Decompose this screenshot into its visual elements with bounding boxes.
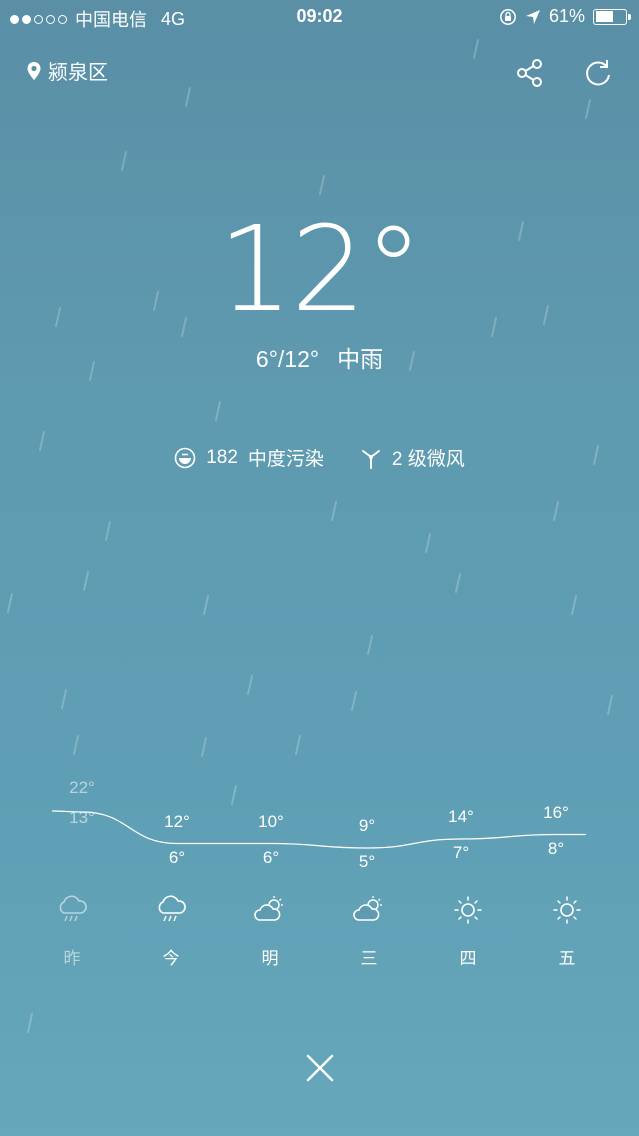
low-temperature: 6° (168, 847, 186, 867)
air-quality[interactable]: 182 中度污染 (174, 444, 324, 471)
forecast-day[interactable]: 昨 (32, 895, 112, 969)
low-temperature: 7° (452, 843, 470, 862)
sun-icon (454, 896, 482, 924)
location-arrow-icon (525, 9, 540, 24)
day-label: 明 (261, 949, 279, 968)
location-pin-icon (27, 61, 41, 80)
location-header[interactable]: 颍泉区 (26, 56, 108, 85)
day-label: 昨 (63, 949, 81, 968)
day-label: 四 (459, 949, 477, 968)
high-temperature: 9° (358, 816, 376, 835)
share-icon (517, 59, 542, 87)
low-temperature-line (51, 810, 586, 849)
low-temperature: 13° (69, 808, 95, 827)
battery-fill (595, 11, 614, 22)
share-button[interactable] (515, 58, 545, 88)
rain-cloud-icon (59, 895, 87, 922)
low-temperature: 6° (262, 847, 280, 867)
sun-icon (553, 896, 581, 924)
status-bar: 中国电信 4G 09:02 61% (0, 0, 639, 34)
forecast-day[interactable]: 明 (230, 895, 310, 969)
forecast-day[interactable]: 四 (428, 895, 508, 969)
high-temperature: 10° (258, 811, 284, 831)
day-label: 五 (558, 949, 576, 968)
forecast-days: 昨 今 明 三 四 五 (0, 895, 639, 985)
weather-details: 182 中度污染 2 级微风 (0, 444, 639, 471)
air-quality-icon (174, 447, 196, 468)
high-temperature: 22° (69, 778, 95, 797)
day-label: 三 (360, 949, 378, 968)
weather-condition: 中雨 (337, 346, 384, 372)
location-name: 颍泉区 (48, 62, 108, 84)
close-icon (306, 1054, 334, 1082)
current-temperature: 12° (217, 200, 423, 338)
low-temperature: 8° (547, 838, 565, 858)
day-label: 今 (162, 949, 180, 968)
status-right: 61% (499, 6, 631, 27)
top-actions (515, 58, 613, 88)
high-temperature: 14° (448, 807, 474, 826)
forecast-day[interactable]: 五 (527, 895, 607, 969)
partly-cloudy-icon (254, 896, 283, 921)
temperature-range: 6°/12° (255, 346, 320, 372)
refresh-icon (586, 60, 610, 86)
battery-icon (593, 8, 631, 25)
high-temperature: 12° (164, 811, 190, 831)
forecast-day[interactable]: 三 (329, 895, 409, 969)
wind-level: 2 级微风 (391, 449, 465, 470)
close-button[interactable] (302, 1050, 338, 1086)
aqi-level: 中度污染 (247, 449, 324, 470)
refresh-button[interactable] (583, 58, 613, 88)
aqi-value: 182 (206, 446, 238, 468)
rotation-lock-icon (500, 8, 516, 25)
wind-turbine-icon (361, 449, 380, 469)
today-summary: 6°/12° 中雨 (0, 340, 639, 374)
low-temperature: 5° (358, 852, 376, 871)
battery-percent: 61% (548, 6, 585, 26)
wind-info[interactable]: 2 级微风 (360, 444, 465, 471)
rain-cloud-icon (158, 895, 186, 922)
high-temperature: 16° (543, 802, 569, 822)
forecast-day[interactable]: 今 (131, 895, 211, 969)
temperature-trend-chart: 22° 13° 12° 6° 10° 6° 9° 5° 14° 7° 16° 8° (0, 760, 639, 900)
partly-cloudy-icon (353, 896, 382, 921)
